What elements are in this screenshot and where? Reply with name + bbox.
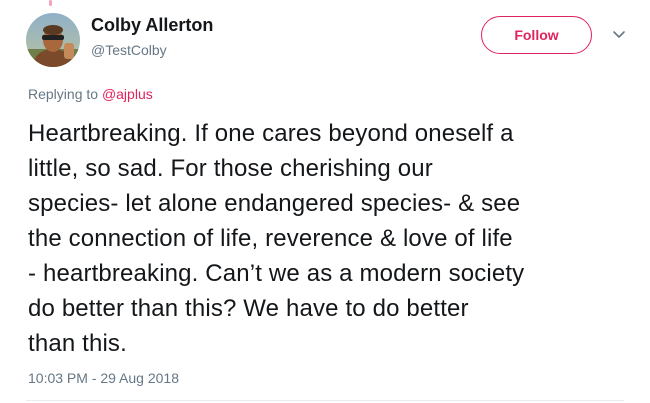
avatar[interactable]: [26, 13, 80, 67]
divider: [26, 400, 624, 401]
replying-to: Replying to @ajplus: [28, 84, 153, 104]
chevron-down-icon[interactable]: [610, 28, 628, 42]
tweet-text: Heartbreaking. If one cares beyond onese…: [28, 120, 525, 357]
replying-to-label: Replying to: [28, 86, 99, 102]
tweet-card: Colby Allerton @TestColby Follow Replyin…: [0, 0, 650, 403]
timestamp[interactable]: 10:03 PM - 29 Aug 2018: [28, 368, 179, 388]
avatar-image: [26, 13, 80, 67]
author-block[interactable]: Colby Allerton @TestColby: [91, 14, 213, 60]
reply-thread-line: [49, 0, 52, 6]
follow-button[interactable]: Follow: [481, 16, 592, 54]
reply-handle-link[interactable]: @ajplus: [102, 86, 153, 102]
author-name[interactable]: Colby Allerton: [91, 14, 213, 36]
author-handle[interactable]: @TestColby: [91, 40, 213, 60]
